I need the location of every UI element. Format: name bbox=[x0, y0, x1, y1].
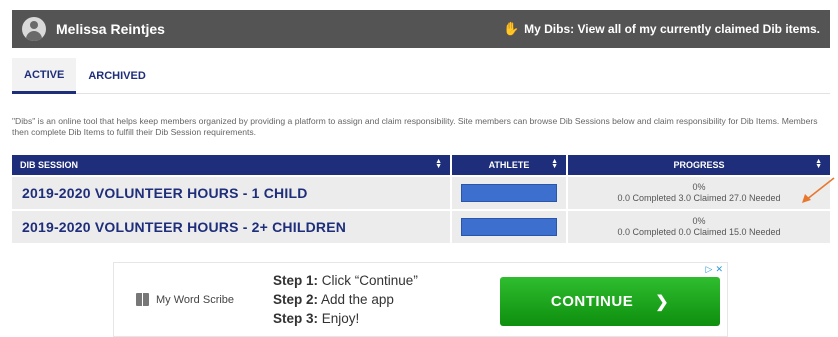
dib-sessions-table: DIB SESSION ▲ ▼ ATHLETE ▲ ▼ PROGRESS ▲ ▼ 20… bbox=[12, 155, 830, 243]
progress-cell: 0% 0.0 Completed 3.0 Claimed 27.0 Needed bbox=[568, 177, 830, 209]
column-header-athlete[interactable]: ATHLETE ▲ ▼ bbox=[452, 155, 568, 175]
column-header-progress[interactable]: PROGRESS ▲ ▼ bbox=[568, 155, 830, 175]
ad-step: Step 3: Enjoy! bbox=[273, 311, 360, 326]
tab-archived[interactable]: ARCHIVED bbox=[76, 58, 157, 93]
book-icon bbox=[136, 293, 149, 306]
sort-icon: ▲ ▼ bbox=[435, 158, 442, 170]
close-icon[interactable]: ✕ bbox=[715, 264, 723, 275]
user-name[interactable]: Melissa Reintjes bbox=[56, 21, 165, 37]
my-dibs-label: My Dibs: View all of my currently claime… bbox=[524, 22, 820, 36]
user-header: Melissa Reintjes ✋ My Dibs: View all of … bbox=[12, 10, 830, 48]
ad-brand[interactable]: My Word Scribe bbox=[136, 293, 234, 306]
progress-percent: 0% bbox=[692, 216, 706, 226]
chevron-right-icon: ❯ bbox=[655, 293, 670, 311]
progress-detail: 0.0 Completed 3.0 Claimed 27.0 Needed bbox=[617, 193, 781, 203]
hand-icon: ✋ bbox=[502, 21, 520, 36]
dibs-description: "Dibs" is an online tool that helps keep… bbox=[12, 116, 818, 137]
ad-choices-icon[interactable]: ▷ bbox=[706, 264, 713, 275]
progress-detail: 0.0 Completed 0.0 Claimed 15.0 Needed bbox=[617, 227, 781, 237]
progress-percent: 0% bbox=[692, 182, 706, 192]
ad-steps: Step 1: Click “Continue” Step 2: Add the… bbox=[273, 271, 418, 328]
annotation-arrow-icon bbox=[802, 177, 835, 203]
athlete-select[interactable] bbox=[461, 218, 557, 236]
dib-session-link[interactable]: 2019-2020 VOLUNTEER HOURS - 1 CHILD bbox=[12, 177, 452, 209]
table-row: 2019-2020 VOLUNTEER HOURS - 1 CHILD 0% 0… bbox=[12, 177, 830, 209]
tab-active[interactable]: ACTIVE bbox=[12, 58, 77, 94]
column-header-dib-session[interactable]: DIB SESSION ▲ ▼ bbox=[12, 155, 452, 175]
advertisement: ▷ ✕ My Word Scribe Step 1: Click “Contin… bbox=[113, 262, 728, 337]
avatar[interactable] bbox=[22, 17, 46, 41]
ad-step: Step 1: Click “Continue” bbox=[273, 273, 418, 288]
table-header: DIB SESSION ▲ ▼ ATHLETE ▲ ▼ PROGRESS ▲ ▼ bbox=[12, 155, 830, 175]
tab-bar: ACTIVE ARCHIVED bbox=[12, 58, 830, 94]
sort-icon: ▲ ▼ bbox=[551, 158, 558, 170]
progress-cell: 0% 0.0 Completed 0.0 Claimed 15.0 Needed bbox=[568, 211, 830, 243]
sort-icon: ▲ ▼ bbox=[815, 158, 822, 170]
table-row: 2019-2020 VOLUNTEER HOURS - 2+ CHILDREN … bbox=[12, 211, 830, 243]
ad-step: Step 2: Add the app bbox=[273, 292, 394, 307]
continue-button[interactable]: CONTINUE ❯ bbox=[500, 277, 720, 326]
my-dibs-link[interactable]: ✋ My Dibs: View all of my currently clai… bbox=[503, 21, 820, 37]
dib-session-link[interactable]: 2019-2020 VOLUNTEER HOURS - 2+ CHILDREN bbox=[12, 211, 452, 243]
athlete-select[interactable] bbox=[461, 184, 557, 202]
